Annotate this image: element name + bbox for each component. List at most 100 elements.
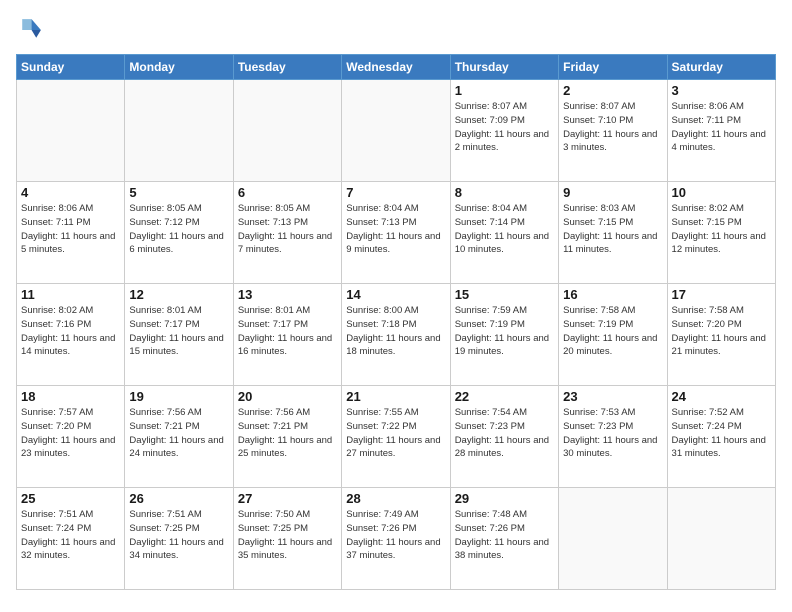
day-number: 17 (672, 287, 771, 302)
day-info: Sunrise: 8:07 AM Sunset: 7:09 PM Dayligh… (455, 100, 554, 155)
day-number: 1 (455, 83, 554, 98)
day-number: 28 (346, 491, 445, 506)
calendar-day-header: Thursday (450, 55, 558, 80)
day-number: 21 (346, 389, 445, 404)
day-info: Sunrise: 7:57 AM Sunset: 7:20 PM Dayligh… (21, 406, 120, 461)
day-info: Sunrise: 8:04 AM Sunset: 7:13 PM Dayligh… (346, 202, 445, 257)
day-info: Sunrise: 7:52 AM Sunset: 7:24 PM Dayligh… (672, 406, 771, 461)
day-info: Sunrise: 8:01 AM Sunset: 7:17 PM Dayligh… (238, 304, 337, 359)
calendar-day-cell: 7 Sunrise: 8:04 AM Sunset: 7:13 PM Daylig… (342, 182, 450, 284)
day-number: 18 (21, 389, 120, 404)
calendar-day-header: Tuesday (233, 55, 341, 80)
day-number: 14 (346, 287, 445, 302)
calendar-day-cell: 20Sunrise: 7:56 AM Sunset: 7:21 PM Dayli… (233, 386, 341, 488)
day-info: Sunrise: 8:07 AM Sunset: 7:10 PM Dayligh… (563, 100, 662, 155)
day-info: Sunrise: 7:51 AM Sunset: 7:25 PM Dayligh… (129, 508, 228, 563)
day-info: Sunrise: 8:03 AM Sunset: 7:15 PM Dayligh… (563, 202, 662, 257)
calendar-day-cell: 26 Sunrise: 7:51 AM Sunset: 7:25 PM Dayli… (125, 488, 233, 590)
day-info: Sunrise: 8:02 AM Sunset: 7:16 PM Dayligh… (21, 304, 120, 359)
day-number: 10 (672, 185, 771, 200)
day-number: 7 (346, 185, 445, 200)
logo (16, 16, 48, 44)
calendar-day-cell: 6 Sunrise: 8:05 AM Sunset: 7:13 PM Daylig… (233, 182, 341, 284)
calendar-day-cell: 24 Sunrise: 7:52 AM Sunset: 7:24 PM Dayli… (667, 386, 775, 488)
calendar-day-cell: 18 Sunrise: 7:57 AM Sunset: 7:20 PM Dayli… (17, 386, 125, 488)
day-info: Sunrise: 8:06 AM Sunset: 7:11 PM Dayligh… (21, 202, 120, 257)
calendar-day-cell: 9 Sunrise: 8:03 AM Sunset: 7:15 PM Daylig… (559, 182, 667, 284)
day-number: 22 (455, 389, 554, 404)
header (16, 16, 776, 44)
day-number: 11 (21, 287, 120, 302)
day-number: 13 (238, 287, 337, 302)
day-info: Sunrise: 7:48 AM Sunset: 7:26 PM Dayligh… (455, 508, 554, 563)
calendar-day-cell: 12 Sunrise: 8:01 AM Sunset: 7:17 PM Dayli… (125, 284, 233, 386)
day-info: Sunrise: 7:58 AM Sunset: 7:20 PM Dayligh… (672, 304, 771, 359)
day-number: 24 (672, 389, 771, 404)
day-number: 23 (563, 389, 662, 404)
calendar-day-cell (125, 80, 233, 182)
logo-icon (16, 16, 44, 44)
calendar-day-cell: 23 Sunrise: 7:53 AM Sunset: 7:23 PM Dayli… (559, 386, 667, 488)
calendar-week-row: 11 Sunrise: 8:02 AM Sunset: 7:16 PM Dayli… (17, 284, 776, 386)
calendar-day-header: Friday (559, 55, 667, 80)
day-info: Sunrise: 7:56 AM Sunset: 7:21 PM Dayligh… (238, 406, 337, 461)
calendar-day-cell: 19Sunrise: 7:56 AM Sunset: 7:21 PM Dayli… (125, 386, 233, 488)
day-number: 15 (455, 287, 554, 302)
calendar-day-cell: 14Sunrise: 8:00 AM Sunset: 7:18 PM Dayli… (342, 284, 450, 386)
day-info: Sunrise: 7:53 AM Sunset: 7:23 PM Dayligh… (563, 406, 662, 461)
calendar-day-cell: 25 Sunrise: 7:51 AM Sunset: 7:24 PM Dayli… (17, 488, 125, 590)
calendar-day-header: Monday (125, 55, 233, 80)
day-info: Sunrise: 7:51 AM Sunset: 7:24 PM Dayligh… (21, 508, 120, 563)
calendar-day-header: Wednesday (342, 55, 450, 80)
day-number: 6 (238, 185, 337, 200)
calendar-table: SundayMondayTuesdayWednesdayThursdayFrid… (16, 54, 776, 590)
calendar-day-header: Sunday (17, 55, 125, 80)
calendar-week-row: 1 Sunrise: 8:07 AM Sunset: 7:09 PM Daylig… (17, 80, 776, 182)
calendar-week-row: 18 Sunrise: 7:57 AM Sunset: 7:20 PM Dayli… (17, 386, 776, 488)
calendar-day-cell (667, 488, 775, 590)
day-number: 27 (238, 491, 337, 506)
calendar-day-cell: 13 Sunrise: 8:01 AM Sunset: 7:17 PM Dayli… (233, 284, 341, 386)
day-number: 12 (129, 287, 228, 302)
calendar-day-cell: 2 Sunrise: 8:07 AM Sunset: 7:10 PM Daylig… (559, 80, 667, 182)
day-info: Sunrise: 7:49 AM Sunset: 7:26 PM Dayligh… (346, 508, 445, 563)
day-number: 3 (672, 83, 771, 98)
calendar-day-cell: 5 Sunrise: 8:05 AM Sunset: 7:12 PM Daylig… (125, 182, 233, 284)
calendar-day-cell: 8 Sunrise: 8:04 AM Sunset: 7:14 PM Daylig… (450, 182, 558, 284)
page: SundayMondayTuesdayWednesdayThursdayFrid… (0, 0, 792, 612)
day-number: 8 (455, 185, 554, 200)
day-number: 2 (563, 83, 662, 98)
calendar-day-cell: 27 Sunrise: 7:50 AM Sunset: 7:25 PM Dayli… (233, 488, 341, 590)
calendar-day-cell: 3 Sunrise: 8:06 AM Sunset: 7:11 PM Daylig… (667, 80, 775, 182)
day-number: 16 (563, 287, 662, 302)
calendar-day-cell: 28 Sunrise: 7:49 AM Sunset: 7:26 PM Dayli… (342, 488, 450, 590)
day-info: Sunrise: 7:58 AM Sunset: 7:19 PM Dayligh… (563, 304, 662, 359)
calendar-week-row: 25 Sunrise: 7:51 AM Sunset: 7:24 PM Dayli… (17, 488, 776, 590)
day-info: Sunrise: 8:01 AM Sunset: 7:17 PM Dayligh… (129, 304, 228, 359)
day-number: 25 (21, 491, 120, 506)
calendar-day-header: Saturday (667, 55, 775, 80)
day-number: 9 (563, 185, 662, 200)
calendar-header-row: SundayMondayTuesdayWednesdayThursdayFrid… (17, 55, 776, 80)
calendar-day-cell: 29 Sunrise: 7:48 AM Sunset: 7:26 PM Dayli… (450, 488, 558, 590)
day-info: Sunrise: 8:05 AM Sunset: 7:13 PM Dayligh… (238, 202, 337, 257)
day-info: Sunrise: 8:02 AM Sunset: 7:15 PM Dayligh… (672, 202, 771, 257)
day-number: 26 (129, 491, 228, 506)
calendar-day-cell: 4Sunrise: 8:06 AM Sunset: 7:11 PM Daylig… (17, 182, 125, 284)
calendar-day-cell: 17 Sunrise: 7:58 AM Sunset: 7:20 PM Dayli… (667, 284, 775, 386)
day-info: Sunrise: 8:06 AM Sunset: 7:11 PM Dayligh… (672, 100, 771, 155)
calendar-day-cell: 1 Sunrise: 8:07 AM Sunset: 7:09 PM Daylig… (450, 80, 558, 182)
calendar-day-cell: 10 Sunrise: 8:02 AM Sunset: 7:15 PM Dayli… (667, 182, 775, 284)
day-number: 19 (129, 389, 228, 404)
calendar-day-cell (559, 488, 667, 590)
day-info: Sunrise: 7:54 AM Sunset: 7:23 PM Dayligh… (455, 406, 554, 461)
day-info: Sunrise: 7:50 AM Sunset: 7:25 PM Dayligh… (238, 508, 337, 563)
calendar-day-cell (342, 80, 450, 182)
day-info: Sunrise: 8:05 AM Sunset: 7:12 PM Dayligh… (129, 202, 228, 257)
calendar-day-cell: 22 Sunrise: 7:54 AM Sunset: 7:23 PM Dayli… (450, 386, 558, 488)
calendar-day-cell: 15Sunrise: 7:59 AM Sunset: 7:19 PM Dayli… (450, 284, 558, 386)
day-number: 5 (129, 185, 228, 200)
day-info: Sunrise: 8:04 AM Sunset: 7:14 PM Dayligh… (455, 202, 554, 257)
calendar-day-cell: 21Sunrise: 7:55 AM Sunset: 7:22 PM Dayli… (342, 386, 450, 488)
day-number: 29 (455, 491, 554, 506)
